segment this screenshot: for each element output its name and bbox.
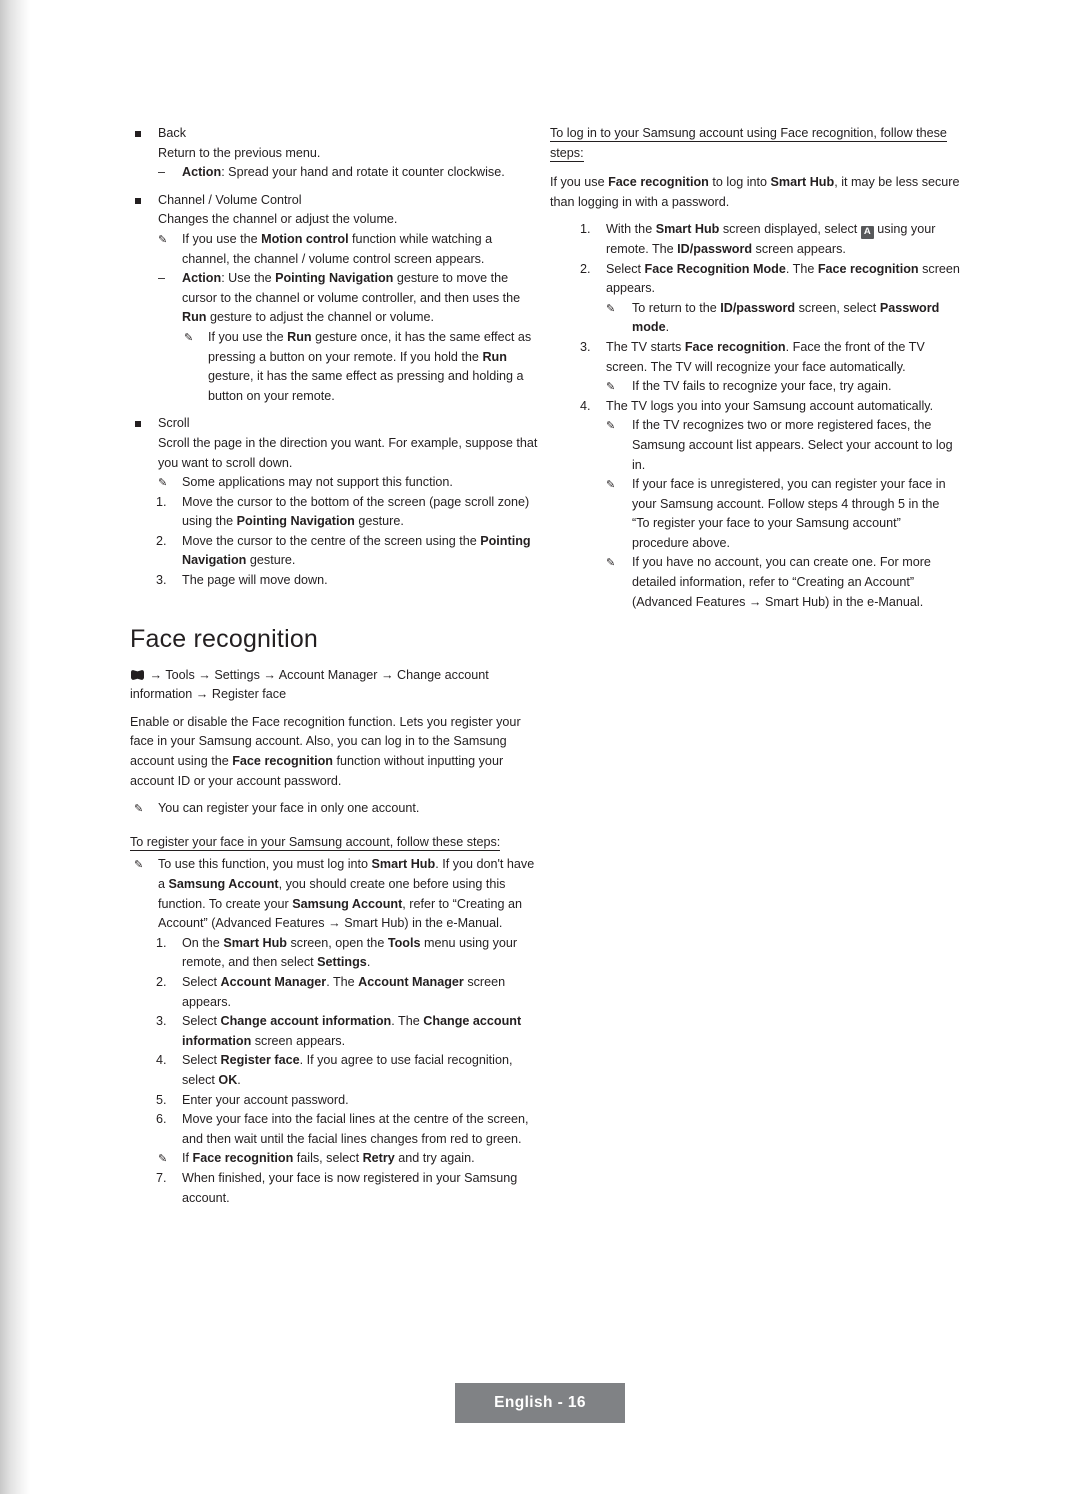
note-pencil-icon: ✎ xyxy=(134,803,144,816)
step-number: 4. xyxy=(580,398,591,413)
step-number: 6. xyxy=(156,1112,167,1127)
channel-volume-action: – Action: Use the Pointing Navigation ge… xyxy=(158,271,521,325)
register-step-4: 4. Select Register face. If you agree to… xyxy=(156,1053,513,1087)
register-retry-note: ✎ If Face recognition fails, select Retr… xyxy=(130,1149,540,1169)
register-face-note: ✎ To use this function, you must log int… xyxy=(134,857,535,931)
heading-channel-volume-control: Channel / Volume Control xyxy=(130,191,540,211)
back-action: – Action: Spread your hand and rotate it… xyxy=(130,163,540,183)
scroll-support-note: ✎ Some applications may not support this… xyxy=(130,473,540,493)
heading-back-label: Back xyxy=(158,126,186,140)
square-bullet-icon xyxy=(135,131,141,137)
login-step-4-note-3-text: If you have no account, you can create o… xyxy=(632,555,931,609)
scroll-step-3: 3. The page will move down. xyxy=(130,571,540,591)
heading-scroll: Scroll xyxy=(130,414,540,434)
square-bullet-icon xyxy=(135,421,141,428)
register-face-heading: To register your face in your Samsung ac… xyxy=(130,834,501,851)
note-pencil-icon: ✎ xyxy=(606,420,616,433)
login-step-4-note-2: ✎ If your face is unregistered, you can … xyxy=(550,475,960,553)
heading-back: Back xyxy=(130,124,540,144)
register-step-6: 6. Move your face into the facial lines … xyxy=(130,1110,540,1149)
step-number: 7. xyxy=(156,1170,167,1185)
login-step-4-note-1: ✎ If the TV recognizes two or more regis… xyxy=(550,416,960,475)
note-pencil-icon: ✎ xyxy=(158,233,168,246)
menu-path-text: → Tools → Settings → Account Manager → C… xyxy=(130,667,489,702)
scroll-step-1: 1. Move the cursor to the bottom of the … xyxy=(156,494,530,529)
step-number: 3. xyxy=(156,573,167,588)
page-title: Face recognition xyxy=(130,624,319,653)
back-description: Return to the previous menu. xyxy=(158,145,321,160)
login-step-3-note-text: If the TV fails to recognize your face, … xyxy=(632,379,892,394)
step-number: 3. xyxy=(156,1014,167,1029)
step-number: 4. xyxy=(156,1053,167,1068)
dash-icon: – xyxy=(158,165,166,180)
login-step-4-text: The TV logs you into your Samsung accoun… xyxy=(606,398,934,413)
step-number: 2. xyxy=(580,261,591,276)
manual-page: Back Return to the previous menu. – Acti… xyxy=(0,0,1080,1494)
smart-hub-icon xyxy=(130,668,145,680)
scroll-description: Scroll the page in the direction you wan… xyxy=(158,435,538,470)
note-pencil-icon: ✎ xyxy=(158,477,168,490)
login-step-2: 2. Select Face Recognition Mode. The Fac… xyxy=(580,261,960,296)
heading-scroll-label: Scroll xyxy=(158,416,190,431)
channel-volume-description: Changes the channel or adjust the volume… xyxy=(158,212,398,227)
note-pencil-icon: ✎ xyxy=(606,381,616,394)
login-step-4-note-1-text: If the TV recognizes two or more registe… xyxy=(632,418,953,472)
page-number-label: English - 16 xyxy=(494,1394,586,1411)
register-step-7-text: When finished, your face is now register… xyxy=(182,1170,518,1205)
square-bullet-icon xyxy=(135,197,141,204)
register-step-7: 7. When finished, your face is now regis… xyxy=(130,1169,540,1208)
register-step-3: 3. Select Change account information. Th… xyxy=(156,1014,522,1048)
page-edge-shading xyxy=(0,0,30,1494)
menu-path: → Tools → Settings → Account Manager → C… xyxy=(130,666,540,705)
register-step-5: 5. Enter your account password. xyxy=(130,1091,540,1111)
login-heading: To log in to your Samsung account using … xyxy=(550,126,947,162)
step-number: 2. xyxy=(156,533,167,548)
note-pencil-icon: ✎ xyxy=(184,331,194,344)
login-step-1: 1. With the Smart Hub screen displayed, … xyxy=(580,222,936,256)
register-step-5-text: Enter your account password. xyxy=(182,1092,349,1107)
note-pencil-icon: ✎ xyxy=(134,859,144,872)
step-number: 1. xyxy=(156,494,167,509)
right-column: To log in to your Samsung account using … xyxy=(550,124,960,612)
one-account-note-text: You can register your face in only one a… xyxy=(158,801,420,816)
login-step-4: 4. The TV logs you into your Samsung acc… xyxy=(550,397,960,417)
step-number: 2. xyxy=(156,974,167,989)
login-step-4-note-3: ✎ If you have no account, you can create… xyxy=(550,553,960,612)
page-footer-tab: English - 16 xyxy=(455,1383,625,1423)
left-column: Back Return to the previous menu. – Acti… xyxy=(130,124,540,1208)
register-step-1: 1. On the Smart Hub screen, open the Too… xyxy=(156,935,518,970)
note-pencil-icon: ✎ xyxy=(606,479,616,492)
button-a-keycap-icon: A xyxy=(860,226,874,240)
register-step-2: 2. Select Account Manager. The Account M… xyxy=(156,974,506,1009)
register-step-6-text: Move your face into the facial lines at … xyxy=(182,1112,529,1146)
scroll-support-note-text: Some applications may not support this f… xyxy=(182,475,453,490)
face-recognition-intro: Enable or disable the Face recognition f… xyxy=(130,714,521,788)
login-step-4-note-2-text: If your face is unregistered, you can re… xyxy=(632,477,946,550)
step-number: 1. xyxy=(580,222,591,237)
login-step-3-note: ✎ If the TV fails to recognize your face… xyxy=(550,377,960,397)
channel-volume-note: ✎ If you use the Motion control function… xyxy=(158,231,493,266)
step-number: 1. xyxy=(156,935,167,950)
step-number: 5. xyxy=(156,1092,167,1107)
note-pencil-icon: ✎ xyxy=(158,1153,168,1166)
heading-channel-volume-label: Channel / Volume Control xyxy=(158,192,302,207)
note-pencil-icon: ✎ xyxy=(606,302,616,315)
run-gesture-note: ✎ If you use the Run gesture once, it ha… xyxy=(184,329,532,403)
login-step-2-note: ✎ To return to the ID/password screen, s… xyxy=(606,300,940,335)
note-pencil-icon: ✎ xyxy=(606,557,616,570)
register-face-heading-wrap: To register your face in your Samsung ac… xyxy=(130,833,540,853)
one-account-note: ✎ You can register your face in only one… xyxy=(130,799,540,819)
scroll-step-3-text: The page will move down. xyxy=(182,573,328,588)
login-intro: If you use Face recognition to log into … xyxy=(550,175,960,209)
scroll-step-2: 2. Move the cursor to the centre of the … xyxy=(156,533,531,568)
login-heading-wrap: To log in to your Samsung account using … xyxy=(550,124,960,163)
step-number: 3. xyxy=(580,339,591,354)
login-step-3: 3. The TV starts Face recognition. Face … xyxy=(580,339,925,374)
dash-icon: – xyxy=(158,271,166,286)
